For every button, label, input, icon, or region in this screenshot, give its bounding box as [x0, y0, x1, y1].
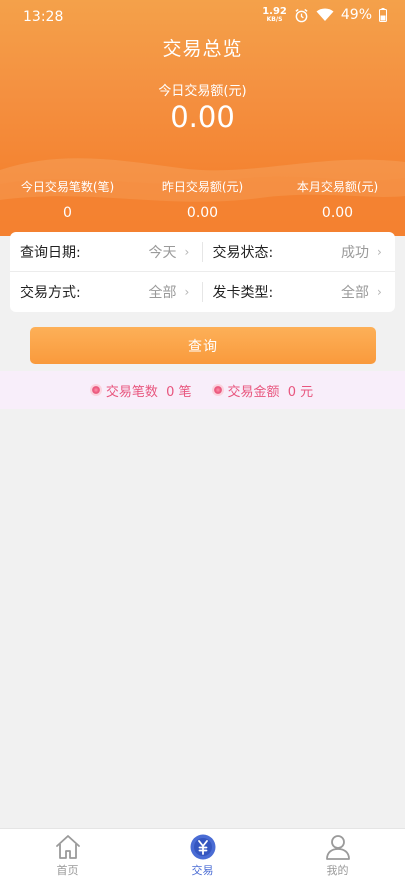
- summary-amount-text: 交易金额 0 元: [227, 384, 314, 400]
- stat-label: 今日交易笔数(笔): [20, 180, 115, 194]
- header: 13:28 1.92 KB/S 49% 交易总览 今日交易额(元) 0.00 今…: [0, 0, 405, 236]
- status-bar: 13:28 1.92 KB/S 49%: [0, 0, 405, 36]
- stat-label: 昨日交易额(元): [161, 180, 244, 194]
- home-icon: [55, 835, 80, 859]
- stat-value: 0: [63, 205, 72, 221]
- summary-count-text: 交易笔数 0 笔: [105, 384, 192, 400]
- user-icon: [325, 835, 350, 860]
- filter-status-label: 交易状态:: [212, 244, 274, 261]
- summary-amount: 交易金额 0 元: [213, 381, 314, 400]
- filter-card-type-label: 发卡类型:: [212, 285, 274, 301]
- stat-value: 0.00: [321, 205, 354, 221]
- network-speed: 1.92 KB/S: [262, 7, 287, 23]
- battery-icon: [379, 8, 387, 22]
- chevron-right-icon: ›: [184, 285, 190, 299]
- filter-method[interactable]: 交易方式: 全部 ›: [10, 272, 203, 312]
- page-title: 交易总览: [162, 38, 243, 60]
- nav-mine[interactable]: 我的: [270, 829, 405, 878]
- nav-home[interactable]: 首页: [0, 829, 135, 878]
- wifi-icon: [316, 8, 334, 21]
- nav-home-label: 首页: [56, 864, 79, 877]
- filter-card: 查询日期: 今天 › 交易状态: 成功 › 交易方式: 全部 › 发卡类型: 全…: [10, 232, 395, 312]
- query-button[interactable]: 查询: [30, 327, 376, 364]
- stat-month-amount: 本月交易额(元) 0.00: [270, 178, 405, 221]
- bottom-nav: 首页 交易 我的: [0, 828, 405, 878]
- yuan-icon: [190, 834, 215, 860]
- nav-mine-label: 我的: [326, 864, 349, 877]
- filter-method-label: 交易方式:: [20, 285, 81, 301]
- bullet-dot-icon: [213, 386, 222, 394]
- nav-trade-label: 交易: [191, 864, 214, 877]
- summary-strip: 交易笔数 0 笔 交易金额 0 元: [0, 371, 405, 409]
- stat-value: 0.00: [186, 205, 219, 221]
- filter-date[interactable]: 查询日期: 今天 ›: [10, 232, 203, 271]
- battery-percent: 49%: [340, 7, 372, 23]
- alarm-icon: [295, 8, 308, 22]
- filter-card-type-value: 全部: [341, 285, 369, 301]
- chevron-right-icon: ›: [184, 244, 190, 259]
- network-speed-unit: KB/S: [266, 16, 283, 23]
- nav-trade[interactable]: 交易: [135, 829, 270, 878]
- filter-method-value: 全部: [148, 285, 177, 301]
- stat-label: 本月交易额(元): [296, 180, 379, 194]
- filter-status-value: 成功: [341, 244, 369, 261]
- filter-status[interactable]: 交易状态: 成功 ›: [203, 232, 396, 271]
- status-time: 13:28: [23, 9, 64, 25]
- summary-count: 交易笔数 0 笔: [91, 381, 192, 400]
- stat-today-count: 今日交易笔数(笔) 0: [0, 178, 135, 221]
- filter-date-value: 今天: [148, 244, 177, 261]
- stat-yesterday-amount: 昨日交易额(元) 0.00: [135, 178, 270, 221]
- stats-row: 今日交易笔数(笔) 0 昨日交易额(元) 0.00 本月交易额(元) 0.00: [0, 178, 405, 221]
- filter-card-type[interactable]: 发卡类型: 全部 ›: [203, 272, 396, 312]
- chevron-right-icon: ›: [377, 244, 382, 259]
- bullet-dot-icon: [91, 386, 100, 394]
- chevron-right-icon: ›: [377, 285, 382, 299]
- today-amount-value: 0.00: [170, 100, 235, 134]
- filter-date-label: 查询日期:: [20, 244, 81, 261]
- today-amount-label: 今日交易额(元): [158, 84, 247, 99]
